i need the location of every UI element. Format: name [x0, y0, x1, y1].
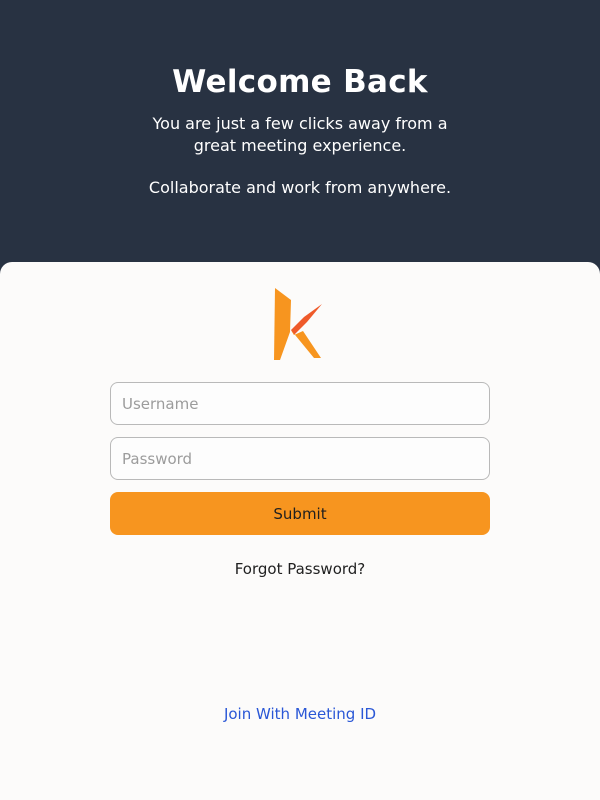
username-input[interactable] [110, 382, 490, 425]
welcome-header: Welcome Back You are just a few clicks a… [0, 0, 600, 270]
logo-upper-arm [291, 304, 322, 335]
page-title: Welcome Back [172, 64, 428, 100]
logo-lower-leg [291, 330, 321, 358]
k-logo-icon [270, 286, 330, 362]
logo-left-stroke [274, 288, 291, 360]
login-card: Submit Forgot Password? Join With Meetin… [0, 262, 600, 800]
join-meeting-link[interactable]: Join With Meeting ID [0, 703, 600, 725]
forgot-password-link[interactable]: Forgot Password? [0, 558, 600, 580]
welcome-tagline: Collaborate and work from anywhere. [148, 178, 452, 197]
password-input[interactable] [110, 437, 490, 480]
submit-button[interactable]: Submit [110, 492, 490, 535]
k-logo-svg [274, 288, 322, 360]
welcome-subtitle: You are just a few clicks away from a gr… [152, 114, 448, 155]
